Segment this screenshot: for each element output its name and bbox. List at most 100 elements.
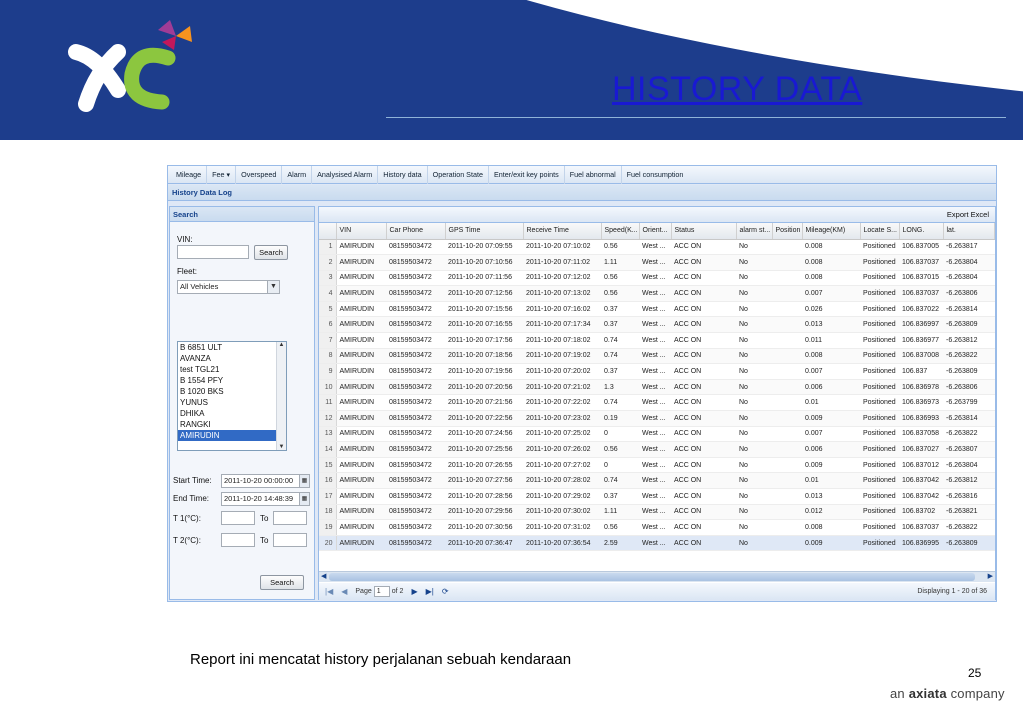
chevron-up-icon[interactable]: ▲ [277,342,286,348]
column-header[interactable]: Receive Time [523,223,602,240]
chevron-down-icon[interactable]: ▼ [277,444,286,450]
vehicle-list-item[interactable]: AVANZA [178,353,286,364]
column-header[interactable]: lat. [943,223,995,240]
t2-from-input[interactable] [221,533,255,547]
column-header[interactable]: Speed(K... [601,223,640,240]
table-cell [772,301,802,318]
menu-history-data[interactable]: History data [378,165,428,184]
t1-from-input[interactable] [221,511,255,525]
menu-operation-state[interactable]: Operation State [428,165,489,184]
table-row[interactable]: 20 AMIRUDIN 08159503472 2011-10-20 07:36:47… [319,535,995,552]
menu-alarm[interactable]: Alarm [282,165,313,184]
table-row[interactable]: 12 AMIRUDIN 08159503472 2011-10-20 07:22:56… [319,410,995,427]
table-row[interactable]: 9 AMIRUDIN 08159503472 2011-10-20 07:19:56 2… [319,363,995,380]
table-row[interactable]: 10 AMIRUDIN 08159503472 2011-10-20 07:20:56… [319,379,995,396]
table-cell [772,394,802,412]
menu-fee[interactable]: Fee ▾ [207,165,237,184]
column-header[interactable]: LONG. [899,223,944,240]
last-page-icon[interactable]: ▶| [426,587,434,596]
scroll-right-icon[interactable]: ▶ [988,572,993,582]
table-row[interactable]: 19 AMIRUDIN 08159503472 2011-10-20 07:30:56… [319,519,995,536]
fleet-select[interactable]: All Vehicles ▼ [177,280,280,294]
start-time-label: Start Time: [173,476,212,485]
menu-mileage[interactable]: Mileage [171,165,208,184]
column-header[interactable]: Orient... [639,223,672,240]
menu-overspeed[interactable]: Overspeed [236,165,283,184]
vehicle-list-item[interactable]: B 1554 PFY [178,375,286,386]
table-cell: ACC ON [671,316,736,334]
table-cell: West ... [639,332,671,349]
pagination-bar: |◀ ◀ Page 1 of 2 ▶ ▶| ⟳ Displaying 1 - 2… [319,583,995,600]
first-page-icon[interactable]: |◀ [325,587,333,596]
t1-to-input[interactable] [273,511,307,525]
table-row[interactable]: 6 AMIRUDIN 08159503472 2011-10-20 07:16:55 2… [319,316,995,334]
vehicle-list-item[interactable]: DHIKA [178,408,286,419]
column-header[interactable]: Locate S... [860,223,900,240]
vehicle-list-item[interactable]: B 6851 ULT [178,342,286,353]
table-row[interactable]: 8 AMIRUDIN 08159503472 2011-10-20 07:18:56 2… [319,348,995,365]
column-header[interactable]: Position [772,223,803,240]
calendar-icon[interactable]: ▦ [299,493,309,505]
menu-fuel-consumption[interactable]: Fuel consumption [622,166,689,184]
table-row[interactable]: 1 AMIRUDIN 08159503472 2011-10-20 07:09:55 2… [319,239,995,256]
table-row[interactable]: 15 AMIRUDIN 08159503472 2011-10-20 07:26:55… [319,457,995,474]
table-cell: 0.008 [802,270,860,287]
table-cell: 2011-10-20 07:10:56 [445,254,523,271]
table-row[interactable]: 5 AMIRUDIN 08159503472 2011-10-20 07:15:56 2… [319,301,995,318]
previous-page-icon[interactable]: ◀ [341,587,347,596]
next-page-icon[interactable]: ▶ [411,587,417,596]
horizontal-scrollbar[interactable]: ◀ ▶ [319,571,995,582]
table-cell: AMIRUDIN [336,285,386,302]
table-cell: 0 [601,457,639,474]
vehicle-list[interactable]: B 6851 ULT AVANZA test TGL21 B 1554 PFY … [177,341,287,451]
table-row[interactable]: 4 AMIRUDIN 08159503472 2011-10-20 07:12:56 2… [319,285,995,302]
column-header[interactable] [319,223,337,240]
search-button[interactable]: Search [260,575,304,590]
column-header[interactable]: Status [671,223,737,240]
menu-analysised-alarm[interactable]: Analysised Alarm [312,165,379,184]
table-row[interactable]: 13 AMIRUDIN 08159503472 2011-10-20 07:24:56… [319,426,995,443]
table-row[interactable]: 16 AMIRUDIN 08159503472 2011-10-20 07:27:56… [319,472,995,489]
table-row[interactable]: 2 AMIRUDIN 08159503472 2011-10-20 07:10:56 2… [319,254,995,271]
table-row[interactable]: 17 AMIRUDIN 08159503472 2011-10-20 07:28:56… [319,488,995,505]
menu-enter-exit-key-points[interactable]: Enter/exit key points [489,165,565,184]
table-row[interactable]: 11 AMIRUDIN 08159503472 2011-10-20 07:21:56… [319,394,995,412]
vin-label: VIN: [177,235,193,244]
table-row[interactable]: 14 AMIRUDIN 08159503472 2011-10-20 07:25:56… [319,441,995,458]
start-time-input[interactable]: 2011-10-20 00:00:00 ▦ [221,474,310,488]
vehicle-list-scrollbar[interactable]: ▲ ▼ [276,342,286,450]
vehicle-list-item[interactable]: RANGKI [178,419,286,430]
vin-search-button[interactable]: Search [254,245,288,260]
table-cell: 106.837027 [899,441,943,458]
t1-label: T 1(°C): [173,514,201,523]
column-header[interactable]: Mileage(KM) [802,223,861,240]
page-number-input[interactable]: 1 [373,586,390,597]
column-header[interactable]: GPS Time [445,223,524,240]
vehicle-list-item[interactable]: B 1020 BKS [178,386,286,397]
table-cell [772,488,802,505]
end-time-input[interactable]: 2011-10-20 14:48:39 ▦ [221,492,310,506]
vin-input[interactable] [177,245,249,259]
calendar-icon[interactable]: ▦ [299,475,309,487]
refresh-icon[interactable]: ⟳ [442,587,449,596]
vehicle-list-item[interactable]: test TGL21 [178,364,286,375]
column-header[interactable]: alarm st... [736,223,773,240]
menu-fuel-abnormal[interactable]: Fuel abnormal [565,165,622,184]
table-row[interactable]: 18 AMIRUDIN 08159503472 2011-10-20 07:29:56… [319,504,995,521]
scrollbar-thumb[interactable] [329,573,975,581]
export-excel-button[interactable]: Export Excel [947,207,989,223]
scroll-left-icon[interactable]: ◀ [321,572,326,582]
table-cell: 106.837037 [899,285,943,302]
column-header[interactable]: Car Phone [386,223,446,240]
chevron-down-icon[interactable]: ▼ [267,281,279,293]
table-cell: West ... [639,426,671,443]
vehicle-list-item[interactable]: YUNUS [178,397,286,408]
table-cell: Positioned [860,394,899,412]
table-row[interactable]: 7 AMIRUDIN 08159503472 2011-10-20 07:17:56 2… [319,332,995,349]
vehicle-list-item-selected[interactable]: AMIRUDIN [178,430,286,441]
column-header[interactable]: VIN [336,223,387,240]
table-row[interactable]: 3 AMIRUDIN 08159503472 2011-10-20 07:11:56 2… [319,270,995,287]
table-cell: 2011-10-20 07:25:56 [445,441,523,458]
title-divider [386,117,1006,118]
t2-to-input[interactable] [273,533,307,547]
